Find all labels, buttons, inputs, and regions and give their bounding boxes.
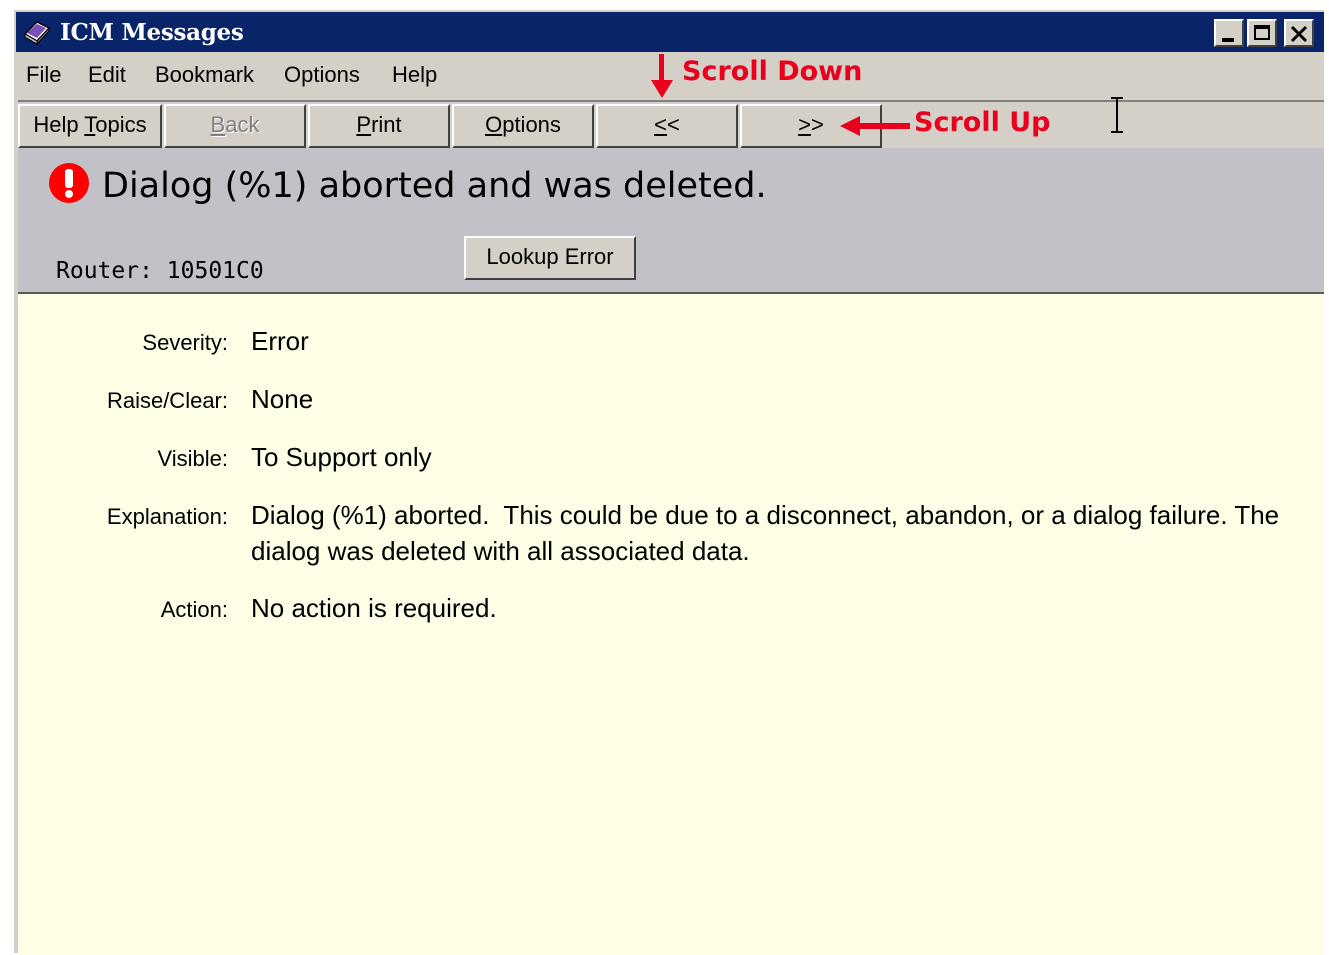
menu-bookmark[interactable]: Bookmark: [155, 62, 254, 88]
minimize-button[interactable]: [1214, 19, 1244, 47]
close-button[interactable]: [1284, 19, 1314, 47]
back-button[interactable]: Back: [164, 104, 306, 148]
print-button[interactable]: Print: [308, 104, 450, 148]
maximize-button[interactable]: [1247, 19, 1277, 47]
options-button[interactable]: Options: [452, 104, 594, 148]
action-value: No action is required.: [251, 593, 497, 623]
explanation-value: Dialog (%1) aborted. This could be due t…: [251, 500, 1287, 566]
message-header: Dialog (%1) aborted and was deleted. Rou…: [18, 148, 1324, 294]
text-cursor-icon: [1111, 97, 1123, 133]
menu-edit[interactable]: Edit: [88, 62, 126, 88]
raise-clear-value: None: [251, 384, 314, 414]
minimize-icon: [1222, 38, 1234, 42]
previous-topic-button[interactable]: <<: [596, 104, 738, 148]
severity-label: Severity:: [142, 330, 228, 355]
scroll-down-arrow-icon: [651, 54, 673, 98]
menu-options[interactable]: Options: [284, 62, 360, 88]
menu-file[interactable]: File: [26, 62, 61, 88]
close-icon: [1290, 25, 1308, 43]
action-label: Action:: [160, 597, 228, 622]
app-book-icon: [22, 17, 52, 47]
scroll-down-annotation: Scroll Down: [682, 56, 863, 87]
help-topics-button[interactable]: Help Topics: [18, 104, 162, 148]
toolbar: Help Topics Back Print Options << >>: [18, 100, 1324, 148]
message-headline: Dialog (%1) aborted and was deleted.: [102, 166, 767, 206]
explanation-label: Explanation:: [106, 504, 228, 529]
visible-value: To Support only: [251, 442, 432, 472]
scroll-up-annotation: Scroll Up: [914, 107, 1051, 138]
lookup-error-button[interactable]: Lookup Error: [464, 236, 636, 280]
menu-help[interactable]: Help: [392, 62, 437, 88]
router-id: Router: 10501C0: [56, 258, 264, 284]
error-icon: [49, 163, 89, 203]
window-title: ICM Messages: [60, 19, 244, 46]
message-details: Severity: Error Raise/Clear: None Visibl…: [18, 294, 1324, 955]
severity-value: Error: [251, 326, 309, 356]
raise-clear-label: Raise/Clear:: [106, 388, 228, 413]
maximize-icon: [1254, 25, 1270, 40]
icm-messages-window: ICM Messages File Edit Bookmark Options …: [12, 8, 1324, 955]
scroll-up-arrow-icon: [840, 116, 910, 136]
title-bar[interactable]: ICM Messages: [16, 12, 1324, 52]
visible-label: Visible:: [157, 446, 228, 471]
